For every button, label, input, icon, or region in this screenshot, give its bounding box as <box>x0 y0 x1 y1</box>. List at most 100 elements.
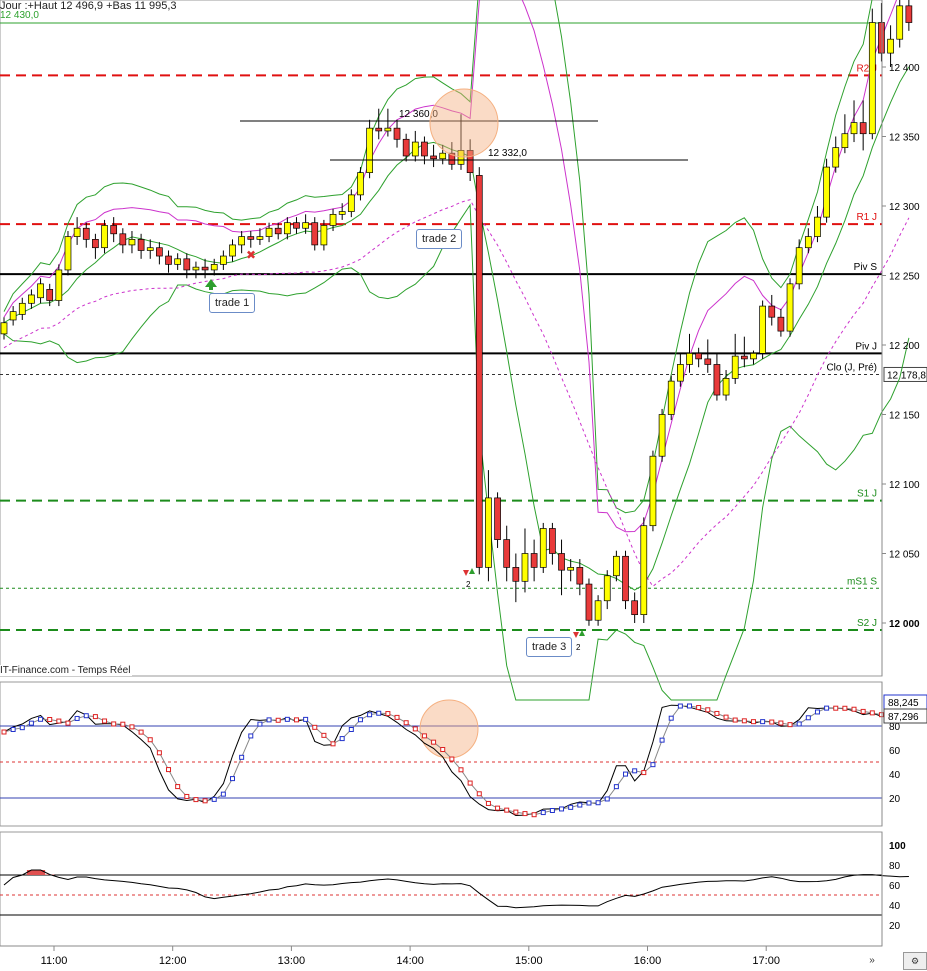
candle-body <box>439 152 447 160</box>
stoch-d-point <box>394 714 400 720</box>
candle-body <box>37 283 44 299</box>
candle-body <box>622 555 629 602</box>
stoch-d-point <box>230 776 235 782</box>
stoch-d-point <box>330 741 336 747</box>
trade-1-label[interactable]: trade 1 <box>209 293 256 313</box>
stoch-d-point <box>495 805 501 811</box>
candle-body <box>640 525 648 616</box>
stoch-d-point <box>504 807 510 813</box>
stoch-d-point <box>696 705 702 711</box>
time-tick-label: 13:00 <box>278 955 306 967</box>
candle-body <box>110 225 118 235</box>
stoch-d-point <box>659 737 665 743</box>
stoch-d-point <box>156 750 162 756</box>
time-tick-label: 16:00 <box>634 955 662 967</box>
stoch-d-point <box>760 719 766 725</box>
settings-button[interactable]: ⚙ <box>903 952 927 970</box>
candle-body <box>402 138 410 157</box>
candle-body <box>238 236 245 246</box>
stoch-d-point <box>284 716 290 722</box>
candle-body <box>64 236 72 271</box>
stoch-d-point <box>74 715 80 721</box>
time-tick-label: 12:00 <box>159 955 187 967</box>
stoch-d-point <box>824 705 830 711</box>
stoch-d-point <box>275 717 281 723</box>
candle-body <box>677 364 684 382</box>
candle-body <box>567 567 575 571</box>
stoch-d-point <box>878 712 884 718</box>
buy-arrow-icon <box>205 279 217 287</box>
stoch-d-point <box>787 722 793 728</box>
stoch-d-point <box>184 793 190 799</box>
candle-body <box>558 553 565 571</box>
scroll-right-icon[interactable]: » <box>865 954 879 968</box>
candle-body <box>823 166 830 218</box>
osc-tick-label: 80 <box>889 861 901 872</box>
candle-body <box>320 225 328 246</box>
stoch-tick-label: 60 <box>889 746 901 757</box>
stoch-tick-label: 40 <box>889 770 901 781</box>
stoch-d-point <box>421 733 427 739</box>
stoch-d-point <box>732 717 738 723</box>
stoch-d-point <box>714 710 720 716</box>
stoch-d-point <box>531 812 537 818</box>
candle-body <box>274 227 282 235</box>
highlight-circle-stoch <box>419 699 479 759</box>
candle-body <box>0 322 8 335</box>
candle-body <box>165 255 172 265</box>
stoch-d-point <box>248 733 254 739</box>
stoch-d-point <box>56 718 62 724</box>
stoch-d-point <box>723 714 729 720</box>
candle-body <box>46 289 54 301</box>
candle-body <box>183 258 191 271</box>
candle-body <box>146 247 154 251</box>
candle-body <box>375 127 383 132</box>
candle-body <box>722 378 730 396</box>
candle-body <box>283 222 291 235</box>
stoch-d-point <box>586 800 592 806</box>
stochastic-panel: 2040608010088,24587,296 <box>0 681 927 827</box>
stoch-d-point <box>10 727 16 732</box>
oscillator-panel: 20 40 60 80 100 <box>0 831 909 947</box>
candle-body <box>576 567 584 585</box>
candle-body <box>357 172 364 196</box>
candle-body <box>18 302 26 315</box>
candle-body <box>859 122 867 135</box>
osc-line <box>3 869 909 909</box>
stoch-d-point <box>367 712 373 718</box>
candle-body <box>265 227 273 237</box>
stoch-d-point <box>467 780 473 786</box>
stoch-d-point <box>814 709 820 715</box>
stoch-d-point <box>632 768 638 774</box>
trade-3-label[interactable]: trade 3 <box>526 637 573 657</box>
marker-count: 2 <box>466 580 471 589</box>
candle-body <box>814 216 821 237</box>
price-tick-label: 12 200 <box>889 341 920 352</box>
candle-body <box>878 22 885 54</box>
stoch-d-point <box>668 715 674 721</box>
stoch-d-point <box>540 810 546 816</box>
candle-body <box>119 233 127 246</box>
chart-area[interactable]: R2 JR1 JPiv SPiv JClo (J, Pré)12 178,8S1… <box>0 0 927 971</box>
candle-body <box>850 122 858 135</box>
candle-body <box>832 147 840 168</box>
candle-body <box>201 266 209 271</box>
candle-body <box>539 528 547 568</box>
candle-body <box>649 455 657 527</box>
level-label-3: Piv J <box>855 341 877 352</box>
stoch-d-point <box>741 718 747 724</box>
candle-body <box>247 236 255 240</box>
sell-marker-icon <box>573 632 579 638</box>
candle-body <box>128 239 136 246</box>
price-tick-label: 12 100 <box>889 480 920 491</box>
candle-body <box>868 22 876 135</box>
sell-marker-icon <box>463 570 469 576</box>
stoch-d-point <box>83 713 89 719</box>
stoch-d-point <box>357 717 363 723</box>
stoch-tick-label: 80 <box>889 722 901 733</box>
level-label-2: Piv S <box>854 262 878 273</box>
candle-body <box>759 305 766 354</box>
candle-body <box>530 553 538 568</box>
stoch-d-point <box>293 717 299 723</box>
trade-2-label[interactable]: trade 2 <box>416 229 463 249</box>
